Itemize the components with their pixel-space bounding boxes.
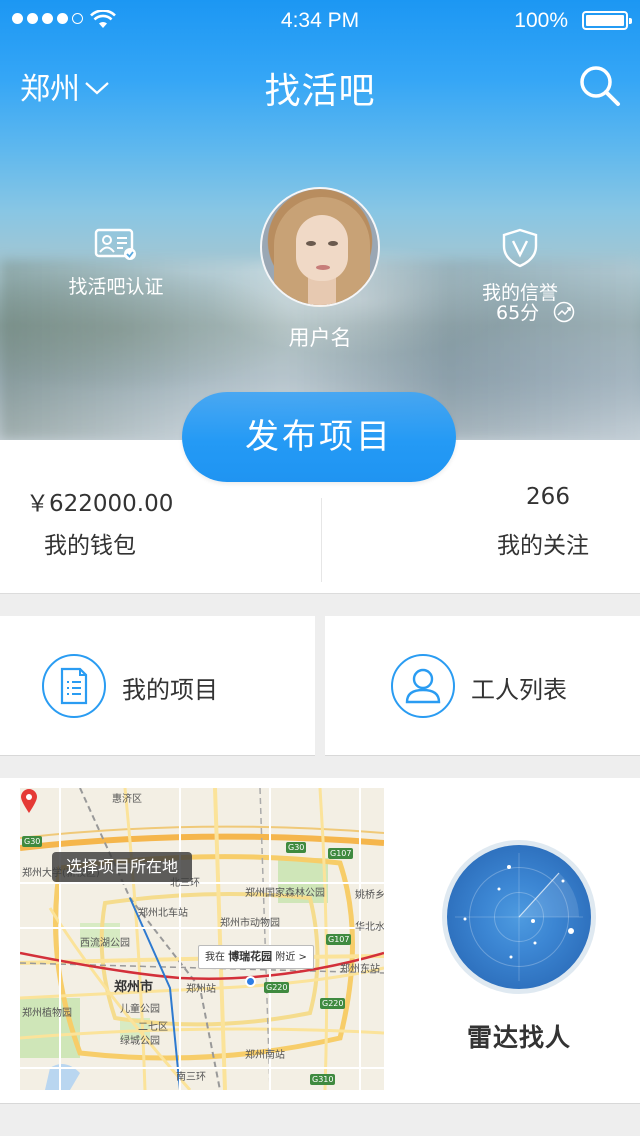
status-bar: 4:34 PM 100% bbox=[0, 0, 640, 40]
map-label-forest-park: 郑州国家森林公园 bbox=[245, 888, 325, 899]
follow-label: 我的关注 bbox=[497, 533, 589, 559]
road-tag: G220 bbox=[320, 998, 346, 1009]
trend-icon[interactable] bbox=[553, 301, 575, 323]
radar-button[interactable] bbox=[442, 840, 596, 994]
radar-icon bbox=[447, 845, 591, 989]
worker-list-label: 工人列表 bbox=[471, 676, 567, 704]
certification-label: 找活吧认证 bbox=[68, 276, 164, 298]
map-label-children-park: 儿童公园 bbox=[120, 1004, 160, 1015]
map-label-huabei: 华北水电 bbox=[355, 922, 384, 933]
select-location-badge[interactable]: 选择项目所在地 bbox=[52, 852, 193, 882]
battery-icon bbox=[582, 11, 632, 30]
search-icon bbox=[580, 66, 620, 106]
map-label-south-station: 郑州南站 bbox=[245, 1050, 285, 1061]
tooltip-place: 博瑞花园 bbox=[228, 950, 273, 963]
map-label-east-station: 郑州东站 bbox=[340, 964, 380, 975]
my-projects-label: 我的项目 bbox=[122, 676, 218, 704]
tooltip-prefix: 我在 bbox=[205, 952, 225, 963]
location-pin-icon bbox=[21, 789, 37, 813]
map-label-district: 惠济区 bbox=[112, 794, 142, 805]
current-location-tooltip[interactable]: 我在 博瑞花园 附近 > bbox=[198, 945, 314, 969]
road-tag: G107 bbox=[328, 848, 354, 859]
credit-entry[interactable]: 我的信誉 bbox=[470, 228, 570, 305]
shield-v-icon bbox=[502, 228, 538, 268]
current-location-dot bbox=[245, 976, 256, 987]
map-label-yaoqiao: 姚桥乡 bbox=[355, 890, 384, 901]
divider bbox=[321, 498, 322, 582]
page-title: 找活吧 bbox=[264, 71, 376, 112]
map-label-botanical: 郑州植物园 bbox=[22, 1008, 72, 1019]
certification-entry[interactable]: 找活吧认证 bbox=[60, 228, 172, 299]
credit-score: 65分 bbox=[496, 302, 540, 324]
road-tag: G30 bbox=[22, 836, 43, 847]
battery-percentage: 100% bbox=[514, 9, 568, 32]
navigation-bar: 郑州 找活吧 bbox=[0, 50, 640, 120]
map-label-north-station: 郑州北车站 bbox=[138, 908, 188, 919]
map-label-erqi: 二七区 bbox=[138, 1022, 168, 1033]
id-card-icon bbox=[94, 228, 136, 260]
publish-project-button[interactable]: 发布项目 bbox=[182, 392, 456, 482]
map-label-zhengzhou-station: 郑州站 bbox=[186, 984, 216, 995]
road-tag: G30 bbox=[286, 842, 307, 853]
username: 用户名 bbox=[288, 326, 352, 350]
map-label-nansanhuan: 南三环 bbox=[176, 1072, 206, 1083]
road-tag: G220 bbox=[264, 982, 290, 993]
map-label-xiliu-lake: 西流湖公园 bbox=[80, 938, 130, 949]
document-icon bbox=[42, 654, 106, 718]
road-tag: G310 bbox=[310, 1074, 336, 1085]
location-map[interactable]: 惠济区 郑州大学(新校区) 北三环 郑州国家森林公园 郑州北车站 郑州市动物园 … bbox=[20, 788, 384, 1090]
credit-score-row: 65分 bbox=[496, 298, 575, 325]
worker-list-card[interactable]: 工人列表 bbox=[325, 616, 640, 756]
follow-count: 266 bbox=[526, 484, 570, 510]
wallet-label: 我的钱包 bbox=[44, 533, 136, 559]
map-label-zoo: 郑州市动物园 bbox=[220, 918, 280, 929]
user-icon bbox=[391, 654, 455, 718]
map-label-zhengzhou-city: 郑州市 bbox=[114, 980, 154, 995]
tooltip-suffix: 附近 > bbox=[275, 952, 307, 963]
search-button[interactable] bbox=[578, 64, 622, 112]
road-tag: G107 bbox=[326, 934, 352, 945]
location-section: 惠济区 郑州大学(新校区) 北三环 郑州国家森林公园 郑州北车站 郑州市动物园 … bbox=[0, 778, 640, 1104]
map-label-lvcheng: 绿城公园 bbox=[120, 1036, 160, 1047]
avatar[interactable] bbox=[260, 187, 380, 307]
radar-label: 雷达找人 bbox=[466, 1023, 571, 1052]
my-projects-card[interactable]: 我的项目 bbox=[0, 616, 315, 756]
wallet-amount: ￥622000.00 bbox=[26, 491, 174, 517]
